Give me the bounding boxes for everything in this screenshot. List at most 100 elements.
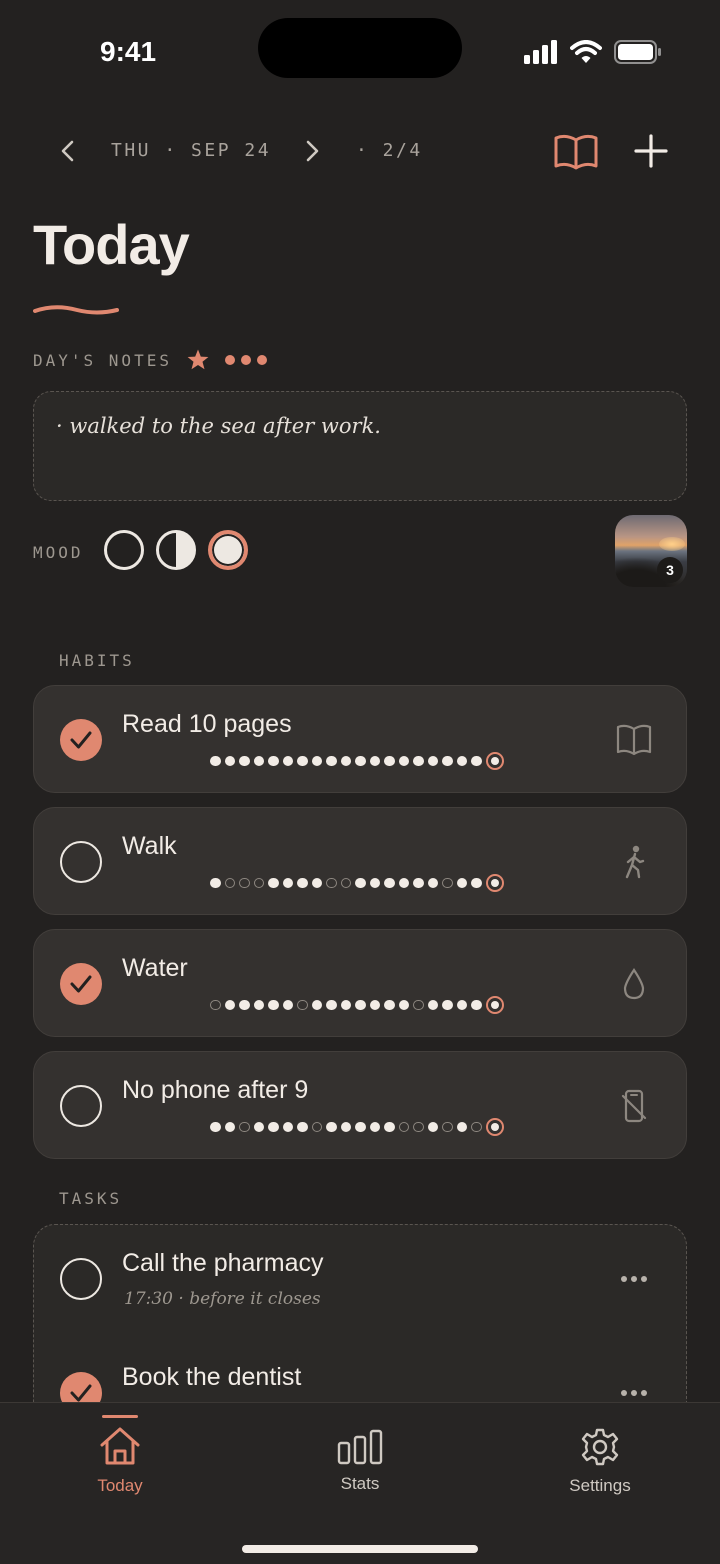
checkmark-icon [70,731,92,749]
status-time: 9:41 [100,36,157,67]
task-title: Call the pharmacy [122,1249,324,1277]
streak-dot [297,999,308,1011]
streak-dot [398,877,409,889]
mood-full-circle-icon[interactable] [208,530,248,570]
streak-dot [456,1121,467,1133]
tab-bar: Today Stats Settings [0,1402,720,1564]
streak-dot [239,999,250,1011]
star-icon[interactable] [186,348,210,372]
streak-dot [239,1121,250,1133]
streak-dot-today [485,874,504,892]
streak-dot [268,755,279,767]
streak-dot [471,999,482,1011]
streak-dot-today [485,752,504,770]
streak-dot [224,877,235,889]
task-subtitle: 17:30 · before it closes [124,1289,321,1309]
task-more-icon[interactable] [620,1275,648,1283]
streak-dot [398,1121,409,1133]
photo-count-badge: 3 [657,557,683,583]
book-icon [616,724,652,756]
gear-icon [581,1428,619,1466]
streak-dot [268,877,279,889]
tab-label: Today [97,1476,143,1495]
habits-label: HABITS [59,651,135,670]
task-checkbox[interactable] [60,1258,102,1300]
streak-dot [282,877,293,889]
status-bar: 9:41 [0,0,720,100]
streak-dot [282,755,293,767]
tab-label: Stats [340,1474,380,1493]
previous-day-button[interactable] [56,138,80,164]
streak-dot [355,1121,366,1133]
tab-stats[interactable]: Stats [280,1403,440,1513]
streak-dot [413,1121,424,1133]
streak-dot [427,999,438,1011]
habit-card[interactable]: Walk [33,807,687,915]
streak-dot [224,999,235,1011]
journal-book-button[interactable] [552,132,600,172]
mood-half-circle-icon[interactable] [156,530,196,570]
wifi-icon [570,40,602,63]
habit-card[interactable]: Water [33,929,687,1037]
checkmark-icon [70,975,92,993]
streak-dot [253,1121,264,1133]
streak-dot [384,755,395,767]
task-item[interactable]: Call the pharmacy 17:30 · before it clos… [34,1225,688,1335]
streak-dot [369,1121,380,1133]
streak-dot [340,999,351,1011]
notes-box[interactable]: · walked to the sea after work. [33,391,687,501]
date-navigation: THU · SEP 24 · 2/4 [0,128,720,174]
habit-streak [210,1118,504,1136]
streak-dot [384,1121,395,1133]
streak-dot [384,999,395,1011]
streak-dot [326,999,337,1011]
tab-today[interactable]: Today [40,1403,200,1513]
mood-empty-circle-icon[interactable] [104,530,144,570]
habit-checkbox[interactable] [60,841,102,883]
tab-label: Settings [569,1476,631,1495]
streak-dot [427,1121,438,1133]
streak-dot [311,1121,322,1133]
home-icon [100,1427,140,1465]
streak-dot [398,999,409,1011]
streak-dot [471,1121,482,1133]
tab-settings[interactable]: Settings [520,1403,680,1513]
streak-dot [224,755,235,767]
habit-name: Water [122,954,188,982]
habit-checkbox[interactable] [60,963,102,1005]
streak-dot [224,1121,235,1133]
streak-dot [297,755,308,767]
tasks-label: TASKS [59,1189,123,1208]
habit-streak [210,874,504,892]
page-title: Today [33,213,190,276]
mood-row: MOOD 3 [33,515,687,590]
streak-dot [384,877,395,889]
photo-thumbnail[interactable]: 3 [615,515,687,587]
habit-card[interactable]: No phone after 9 [33,1051,687,1159]
task-more-icon[interactable] [620,1389,648,1397]
title-underline-decoration [33,305,119,315]
page-counter: · 2/4 [356,140,423,161]
streak-dot [369,877,380,889]
streak-dot [471,755,482,767]
streak-dot [210,877,221,889]
streak-dot [326,755,337,767]
streak-dot [210,1121,221,1133]
next-day-button[interactable] [300,138,324,164]
current-date[interactable]: THU · SEP 24 [111,140,271,161]
more-options-icon[interactable] [224,354,268,366]
habit-checkbox[interactable] [60,1085,102,1127]
streak-dot-today [485,1118,504,1136]
status-icons [524,40,662,64]
streak-dot [413,877,424,889]
add-button[interactable] [630,130,672,172]
habit-name: Walk [122,832,177,860]
streak-dot [369,755,380,767]
habit-streak [210,752,504,770]
streak-dot [442,999,453,1011]
streak-dot [239,877,250,889]
habit-checkbox[interactable] [60,719,102,761]
streak-dot [297,877,308,889]
streak-dot [427,755,438,767]
habit-card[interactable]: Read 10 pages [33,685,687,793]
